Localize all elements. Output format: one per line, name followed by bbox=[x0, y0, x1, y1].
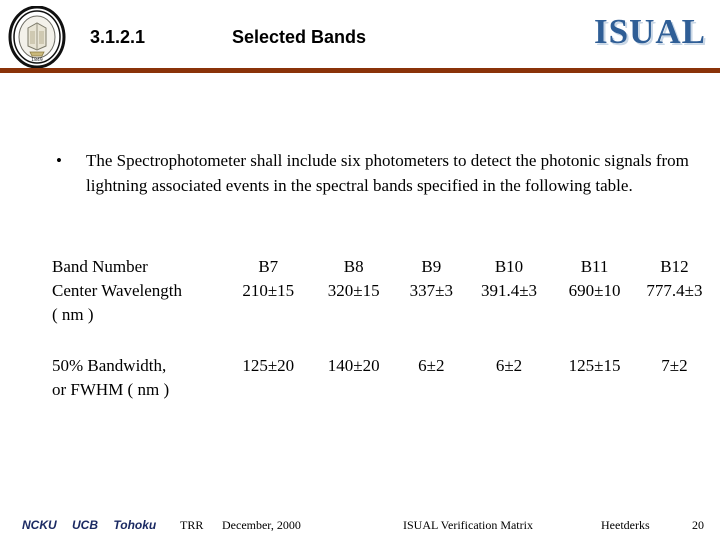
table-row-band-number: Band Number B7 B8 B9 B10 B11 B12 bbox=[52, 255, 712, 279]
cell-band-b8: B8 bbox=[343, 257, 364, 276]
cell-wavelength-b9: 337±3 bbox=[409, 281, 453, 300]
row-label-center-wavelength: Center Wavelength bbox=[52, 281, 183, 300]
cell-bandwidth-b9: 6±2 bbox=[418, 356, 445, 375]
cell-band-b7: B7 bbox=[258, 257, 279, 276]
cell-empty bbox=[397, 303, 466, 327]
page-title: Selected Bands bbox=[232, 27, 367, 47]
footer-org-ucb: UCB bbox=[72, 518, 99, 532]
footer-date: December, 2000 bbox=[222, 518, 301, 532]
cell-spacer bbox=[397, 327, 466, 354]
cell-spacer bbox=[226, 327, 311, 354]
bullet-item: • The Spectrophotometer shall include si… bbox=[52, 148, 697, 198]
cell-spacer bbox=[637, 327, 712, 354]
cell-empty bbox=[637, 378, 712, 402]
cell-band-b10: B10 bbox=[494, 257, 524, 276]
table-row-spacer bbox=[52, 327, 712, 354]
cell-empty bbox=[310, 303, 396, 327]
cell-bandwidth-b7: 125±20 bbox=[242, 356, 295, 375]
table-row-bandwidth-units: or FWHM ( nm ) bbox=[52, 378, 712, 402]
content-bullet-list: • The Spectrophotometer shall include si… bbox=[52, 148, 697, 198]
cell-wavelength-b8: 320±15 bbox=[327, 281, 380, 300]
spectral-bands-table: Band Number B7 B8 B9 B10 B11 B12 Center … bbox=[52, 255, 712, 402]
footer-document-name: ISUAL Verification Matrix bbox=[403, 518, 533, 532]
footer-author: Heetderks bbox=[601, 518, 650, 532]
cell-band-b9: B9 bbox=[421, 257, 442, 276]
footer-doc-type: TRR bbox=[180, 518, 204, 532]
table-row-center-wavelength-units: ( nm ) bbox=[52, 303, 712, 327]
university-seal-icon: 1849 bbox=[8, 5, 66, 69]
cell-bandwidth-b12: 7±2 bbox=[661, 356, 688, 375]
footer-organizations: NCKU UCB Tohoku bbox=[22, 518, 168, 532]
table-row-center-wavelength: Center Wavelength 210±15 320±15 337±3 39… bbox=[52, 279, 712, 303]
cell-spacer bbox=[466, 327, 553, 354]
table-row-bandwidth: 50% Bandwidth, 125±20 140±20 6±2 6±2 125… bbox=[52, 354, 712, 378]
footer-page-number: 20 bbox=[692, 518, 704, 532]
cell-band-b12: B12 bbox=[660, 257, 689, 276]
cell-wavelength-b10: 391.4±3 bbox=[480, 281, 538, 300]
row-label-center-wavelength-units: ( nm ) bbox=[52, 305, 94, 324]
cell-empty bbox=[466, 378, 553, 402]
cell-bandwidth-b8: 140±20 bbox=[327, 356, 380, 375]
row-label-band-number: Band Number bbox=[52, 257, 148, 276]
cell-empty bbox=[226, 303, 311, 327]
bullet-item-text: The Spectrophotometer shall include six … bbox=[86, 151, 689, 195]
cell-band-b11: B11 bbox=[580, 257, 609, 276]
cell-empty bbox=[552, 303, 637, 327]
cell-empty bbox=[552, 378, 637, 402]
slide-header: 1849 3.1.2.1 Selected Bands ISUAL bbox=[0, 0, 720, 73]
row-label-bandwidth: 50% Bandwidth, bbox=[52, 356, 167, 375]
cell-empty bbox=[226, 378, 311, 402]
footer-org-nckU: NCKU bbox=[22, 518, 57, 532]
cell-spacer bbox=[552, 327, 637, 354]
page-section-number: 3.1.2.1 bbox=[90, 27, 146, 47]
cell-wavelength-b7: 210±15 bbox=[242, 281, 295, 300]
cell-bandwidth-b11: 125±15 bbox=[568, 356, 621, 375]
cell-empty bbox=[397, 378, 466, 402]
footer-org-tohoku: Tohoku bbox=[113, 518, 157, 532]
cell-empty bbox=[310, 378, 396, 402]
cell-empty bbox=[466, 303, 553, 327]
slide: 1849 3.1.2.1 Selected Bands ISUAL • The … bbox=[0, 0, 720, 540]
row-label-bandwidth-units: or FWHM ( nm ) bbox=[52, 380, 170, 399]
svg-text:1849: 1849 bbox=[31, 57, 43, 63]
header-divider bbox=[0, 68, 720, 73]
slide-footer: NCKU UCB Tohoku TRR December, 2000 ISUAL… bbox=[0, 516, 720, 540]
cell-spacer bbox=[52, 327, 226, 354]
cell-empty bbox=[637, 303, 712, 327]
cell-wavelength-b12: 777.4±3 bbox=[646, 281, 703, 300]
cell-spacer bbox=[310, 327, 396, 354]
bullet-marker-icon: • bbox=[56, 151, 62, 170]
cell-wavelength-b11: 690±10 bbox=[568, 281, 621, 300]
isual-logo: ISUAL bbox=[594, 12, 706, 51]
cell-bandwidth-b10: 6±2 bbox=[495, 356, 523, 375]
